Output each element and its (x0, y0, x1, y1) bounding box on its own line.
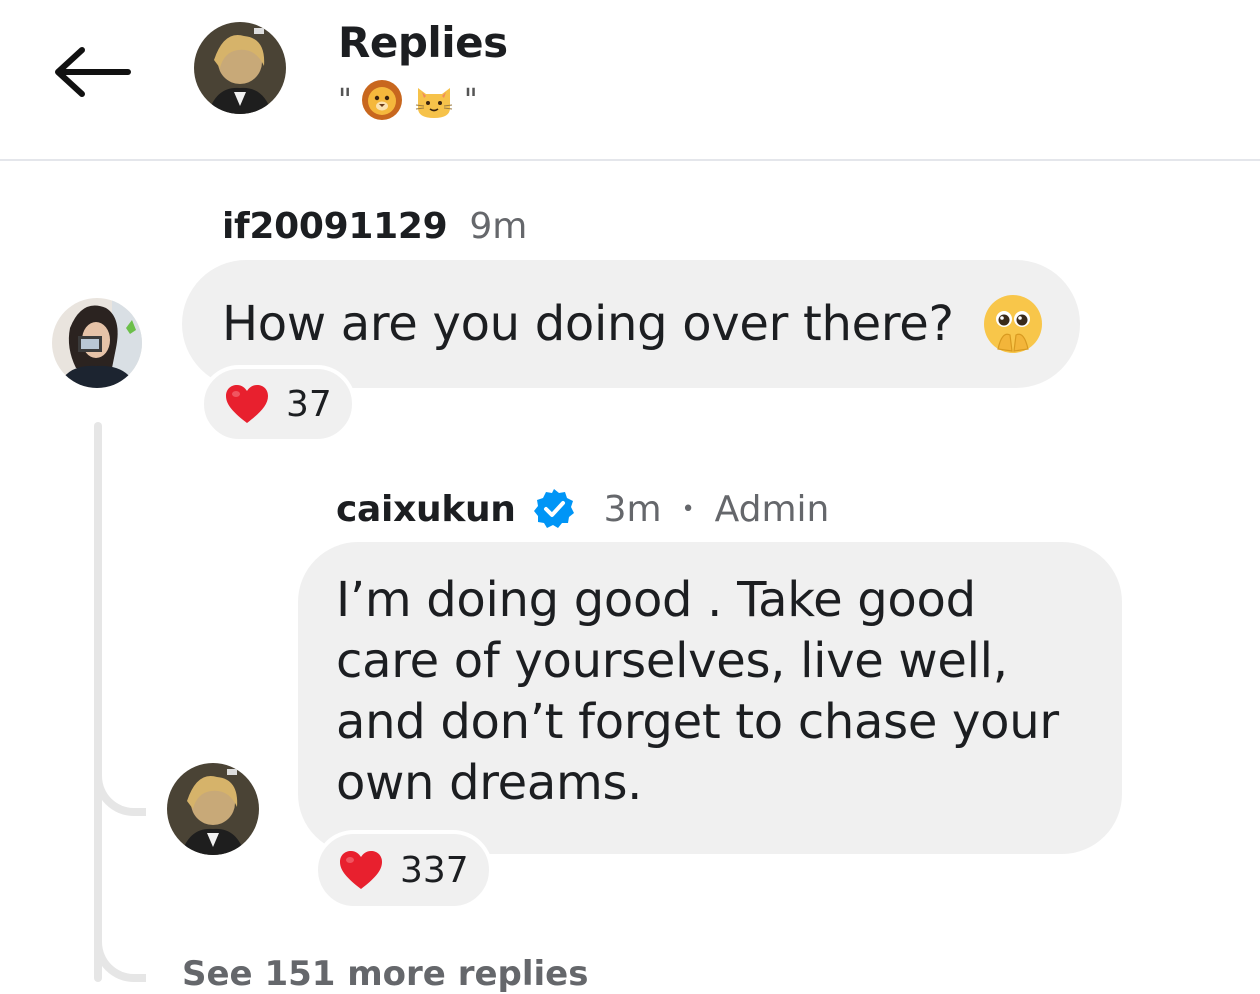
red-heart-icon (340, 851, 382, 889)
comment-bubble[interactable]: I’m doing good . Take good care of yours… (298, 542, 1122, 854)
commenter-avatar[interactable] (167, 763, 259, 855)
see-more-replies-link[interactable]: See 151 more replies (182, 954, 588, 994)
comment-text: I’m doing good . Take good care of yours… (336, 572, 1059, 811)
comment-text: How are you doing over there? (222, 296, 954, 352)
reaction-count: 337 (400, 849, 469, 891)
commenter-avatar[interactable] (52, 298, 142, 388)
pleading-face-emoji (983, 295, 1042, 353)
arrow-left-icon (55, 47, 131, 97)
lion-face-emoji (361, 80, 402, 120)
avatar-image (194, 22, 286, 114)
open-quote: " (338, 82, 352, 118)
meta-separator: • (681, 496, 695, 522)
comment-username[interactable]: if20091129 (222, 206, 448, 247)
comment-time: 9m (469, 206, 528, 247)
avatar-image (167, 763, 259, 855)
comment-username[interactable]: caixukun (336, 489, 516, 530)
page-subtitle: " " (338, 78, 478, 122)
close-quote: " (463, 82, 478, 118)
thread-line (94, 422, 102, 982)
header-avatar[interactable] (194, 22, 286, 114)
reaction-pill[interactable]: 37 (200, 365, 356, 443)
reaction-pill[interactable]: 337 (314, 830, 493, 910)
header-divider (0, 159, 1260, 161)
page-title: Replies (338, 18, 508, 67)
verified-badge-icon (533, 489, 574, 528)
reaction-count: 37 (286, 383, 332, 425)
back-button[interactable] (50, 40, 134, 104)
avatar-image (52, 298, 142, 388)
comment-meta: caixukun 3m • Admin (336, 487, 829, 531)
red-heart-icon (226, 385, 268, 423)
comment-time: 3m (603, 488, 662, 530)
role-badge: Admin (714, 488, 830, 530)
comment-meta: if20091129 9m (222, 206, 527, 247)
cat-face-emoji (415, 88, 452, 118)
